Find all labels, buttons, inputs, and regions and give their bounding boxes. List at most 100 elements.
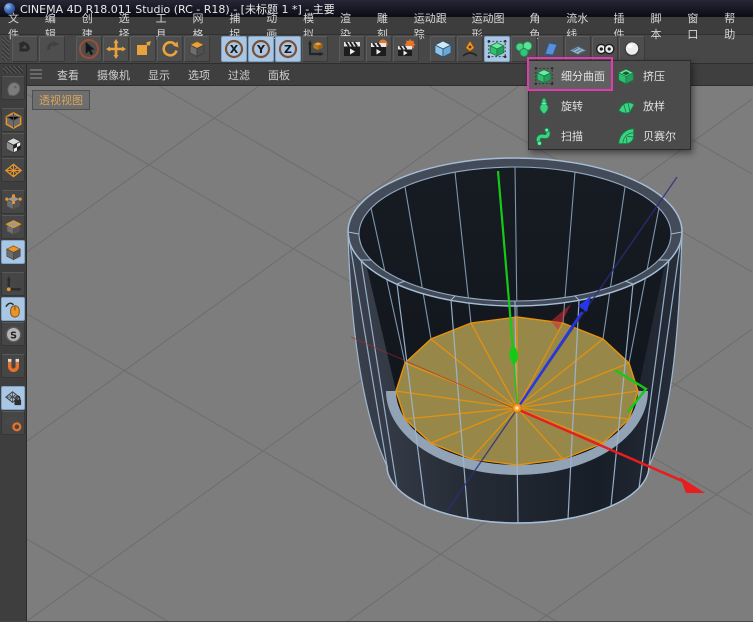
last-tool-button[interactable] [184,36,210,62]
perspective-viewport[interactable]: 透视视图 [27,86,753,621]
menu-window[interactable]: 窗口 [679,10,716,42]
loft-icon [616,96,636,116]
model-mode-icon [4,111,23,130]
edges-mode-button[interactable] [1,215,25,239]
enable-axis-button[interactable] [1,272,25,296]
subdivision-surface-button[interactable] [484,36,510,62]
lock-y-icon: Y [251,39,271,59]
make-editable-button[interactable] [1,76,25,100]
highlight-box [527,57,613,91]
render-region-icon [369,39,389,59]
vp-menu-filter[interactable]: 过滤 [219,67,259,83]
viewport-solo-button[interactable] [1,297,25,321]
svg-text:S: S [10,330,17,341]
extrude-icon [616,66,636,86]
sweep-icon [534,126,554,146]
polygons-mode-button[interactable] [1,240,25,264]
material-button[interactable] [619,36,645,62]
vp-menu-panel[interactable]: 面板 [259,67,299,83]
cinema4d-window: CINEMA 4D R18.011 Studio (RC - R18) - [未… [0,0,753,622]
3d-scene [27,86,752,621]
enable-axis-icon [4,275,23,294]
vp-menu-view[interactable]: 查看 [48,67,88,83]
lock-x-icon: X [224,39,244,59]
lathe-icon [534,96,554,116]
viewport-solo-icon [4,300,23,319]
vp-menu-options[interactable]: 选项 [179,67,219,83]
add-primitive-button[interactable] [430,36,456,62]
vp-menu-display[interactable]: 显示 [139,67,179,83]
live-selection-button[interactable] [76,36,102,62]
vp-menu-cameras[interactable]: 摄像机 [88,67,139,83]
bezier-icon [616,126,636,146]
snap-quantize-button[interactable]: S [1,322,25,346]
workplane-mode-button[interactable] [1,158,25,182]
undo-button[interactable] [12,36,38,62]
menu-item-label: 扫描 [561,128,583,144]
add-spline-button[interactable] [457,36,483,62]
generators-icon [514,39,534,59]
make-editable-icon [4,79,23,98]
menu-item-extrude[interactable]: 挤压 [611,61,690,91]
redo-button[interactable] [39,36,65,62]
menu-item-sweep[interactable]: 扫描 [529,121,611,151]
menu-item-bezier[interactable]: 贝赛尔 [611,121,690,151]
texture-mode-icon [4,136,23,155]
model-mode-button[interactable] [1,108,25,132]
workplane-lock-button[interactable] [1,386,25,410]
live-selection-icon [78,38,100,60]
mode-toolbar: S [0,64,27,621]
floor-icon [568,39,588,59]
mode-toolbar-grip[interactable] [3,66,23,73]
enable-snap-icon [4,357,23,376]
menu-item-label: 挤压 [643,68,665,84]
menu-help[interactable]: 帮助 [716,10,753,42]
menu-item-lathe[interactable]: 旋转 [529,91,611,121]
redo-icon [42,39,62,59]
render-settings-icon [396,39,416,59]
viewport-grip[interactable] [30,69,42,81]
lock-y-button[interactable]: Y [248,36,274,62]
svg-text:Y: Y [256,43,266,56]
enable-snap-button[interactable] [1,354,25,378]
menu-script[interactable]: 脚本 [642,10,679,42]
workplane-snap-button[interactable] [1,411,25,435]
spline-pen-icon [460,39,480,59]
scale-tool-button[interactable] [130,36,156,62]
snap-quantize-icon: S [4,325,23,344]
menu-item-label: 旋转 [561,98,583,114]
scale-icon [133,39,153,59]
deformers-icon [541,39,561,59]
workplane-mode-icon [4,161,23,180]
lock-z-button[interactable]: Z [275,36,301,62]
workplane-lock-icon [4,389,23,408]
move-icon [106,39,126,59]
workplane-snap-icon [4,414,23,433]
move-tool-button[interactable] [103,36,129,62]
menu-bar: 文件 编辑 创建 选择 工具 网格 捕捉 动画 模拟 渲染 雕刻 运动跟踪 运动… [0,17,753,35]
cylinder-object[interactable] [348,158,682,523]
lock-z-icon: Z [278,39,298,59]
primitive-cube-icon [433,39,453,59]
lock-x-button[interactable]: X [221,36,247,62]
menu-item-label: 贝赛尔 [643,128,676,144]
camera-icon [595,39,615,59]
svg-text:X: X [230,43,239,56]
points-mode-button[interactable] [1,190,25,214]
undo-icon [15,39,35,59]
texture-mode-button[interactable] [1,133,25,157]
material-icon [622,39,642,59]
render-view-button[interactable] [339,36,365,62]
render-region-button[interactable] [366,36,392,62]
render-settings-button[interactable] [393,36,419,62]
view-label: 透视视图 [32,90,90,110]
rotate-tool-button[interactable] [157,36,183,62]
coordinate-system-button[interactable] [302,36,328,62]
svg-text:Z: Z [284,43,292,56]
menu-item-loft[interactable]: 放样 [611,91,690,121]
subdivision-surface-icon [487,39,507,59]
points-mode-icon [4,193,23,212]
toolbar-grip[interactable] [2,37,9,61]
render-view-icon [342,39,362,59]
rotate-icon [160,39,180,59]
